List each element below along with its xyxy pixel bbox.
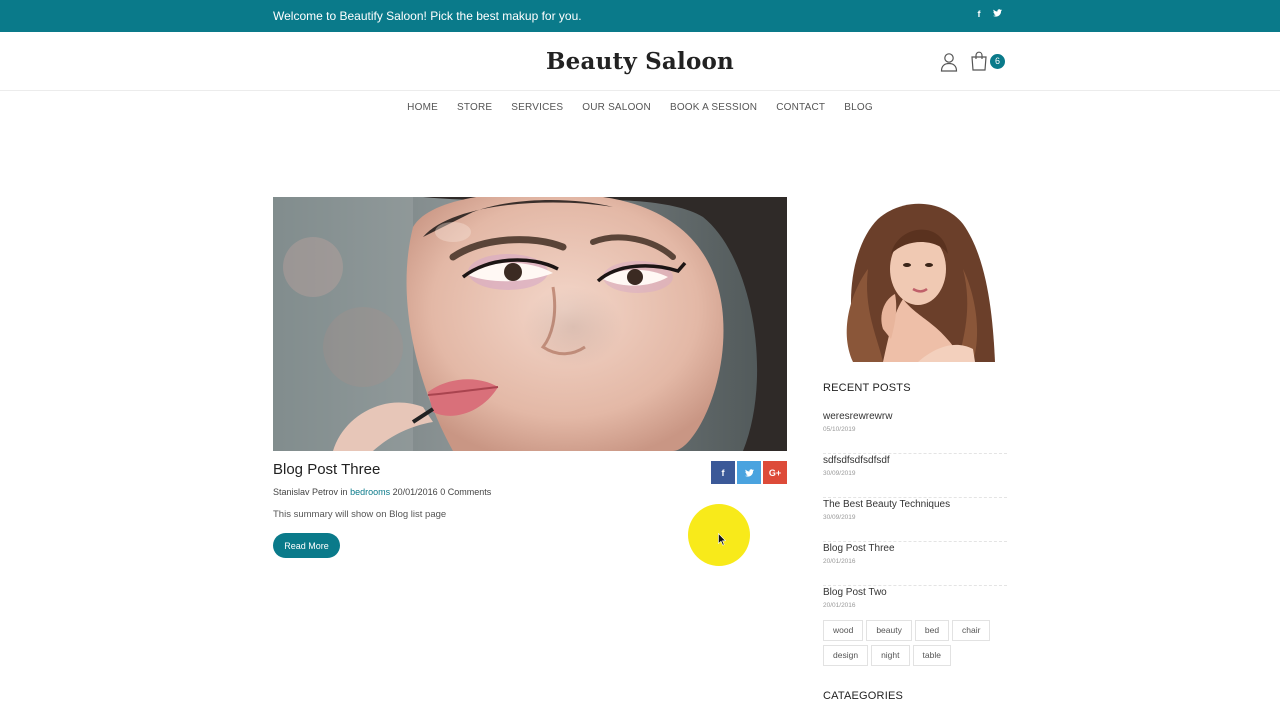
recent-post-title[interactable]: Blog Post Three (823, 543, 1007, 554)
shopping-bag-icon[interactable] (970, 51, 988, 71)
recent-post-title[interactable]: weresrewrewrw (823, 411, 1007, 422)
cart-count-badge: 6 (990, 54, 1005, 69)
recent-post-date: 20/01/2016 (823, 558, 856, 565)
recent-post-item[interactable]: The Best Beauty Techniques 30/09/2019 (823, 498, 1007, 542)
recent-post-item[interactable]: Blog Post Three 20/01/2016 (823, 542, 1007, 586)
share-google-plus-button[interactable]: G+ (763, 461, 787, 484)
user-account-icon[interactable] (940, 52, 958, 72)
welcome-message: Welcome to Beautify Saloon! Pick the bes… (273, 9, 582, 23)
facebook-icon[interactable]: f (975, 9, 983, 19)
top-social-links: f (975, 9, 1002, 19)
tag-cloud: wood beauty bed chair design night table (823, 620, 1007, 666)
post-date: 20/01/2016 (392, 487, 438, 497)
sidebar-portrait-image (823, 199, 997, 362)
read-more-button[interactable]: Read More (273, 533, 340, 558)
top-bar: Welcome to Beautify Saloon! Pick the bes… (0, 0, 1280, 32)
site-logo[interactable]: Beauty Saloon (0, 48, 1280, 75)
nav-store[interactable]: STORE (457, 102, 492, 113)
share-twitter-button[interactable] (737, 461, 761, 484)
tag-table[interactable]: table (912, 645, 951, 666)
facebook-icon: f (721, 467, 725, 478)
post-comments-count[interactable]: 0 Comments (440, 487, 491, 497)
twitter-icon (744, 468, 754, 477)
nav-blog[interactable]: BLOG (844, 102, 873, 113)
site-header: Beauty Saloon 6 (0, 32, 1280, 91)
post-author[interactable]: Stanislav Petrov (273, 487, 338, 497)
recent-post-date: 05/10/2019 (823, 426, 856, 433)
twitter-icon[interactable] (993, 9, 1002, 19)
nav-contact[interactable]: CONTACT (776, 102, 825, 113)
recent-posts-heading: RECENT POSTS (823, 382, 911, 394)
nav-our-saloon[interactable]: OUR SALOON (582, 102, 651, 113)
recent-post-item[interactable]: weresrewrewrw 05/10/2019 (823, 410, 1007, 454)
tag-beauty[interactable]: beauty (866, 620, 912, 641)
google-plus-icon: G+ (768, 467, 782, 478)
recent-post-item[interactable]: sdfsdfsdfsdfsdf 30/09/2019 (823, 454, 1007, 498)
categories-heading: CATAEGORIES (823, 690, 904, 702)
mouse-cursor-icon (718, 533, 726, 546)
main-navigation: HOME STORE SERVICES OUR SALOON BOOK A SE… (0, 102, 1280, 113)
post-meta: Stanislav Petrov in bedrooms 20/01/2016 … (273, 487, 491, 497)
post-category-link[interactable]: bedrooms (350, 487, 390, 497)
tag-design[interactable]: design (823, 645, 869, 666)
recent-post-title[interactable]: sdfsdfsdfsdfsdf (823, 455, 1007, 466)
recent-post-date: 20/01/2016 (823, 602, 856, 609)
tag-bed[interactable]: bed (914, 620, 950, 641)
tag-wood[interactable]: wood (823, 620, 864, 641)
post-title[interactable]: Blog Post Three (273, 461, 380, 478)
post-featured-image[interactable] (273, 197, 787, 451)
share-facebook-button[interactable]: f (711, 461, 735, 484)
recent-post-date: 30/09/2019 (823, 514, 856, 521)
post-summary: This summary will show on Blog list page (273, 509, 447, 520)
nav-home[interactable]: HOME (407, 102, 438, 113)
recent-posts-list: weresrewrewrw 05/10/2019 sdfsdfsdfsdfsdf… (823, 410, 1007, 630)
nav-book-a-session[interactable]: BOOK A SESSION (670, 102, 757, 113)
share-buttons: f G+ (711, 461, 787, 484)
recent-post-date: 30/09/2019 (823, 470, 856, 477)
nav-services[interactable]: SERVICES (511, 102, 563, 113)
recent-post-title[interactable]: Blog Post Two (823, 587, 1007, 598)
recent-post-title[interactable]: The Best Beauty Techniques (823, 499, 1007, 510)
tag-chair[interactable]: chair (952, 620, 991, 641)
post-in-label: in (340, 487, 348, 497)
tag-night[interactable]: night (871, 645, 910, 666)
